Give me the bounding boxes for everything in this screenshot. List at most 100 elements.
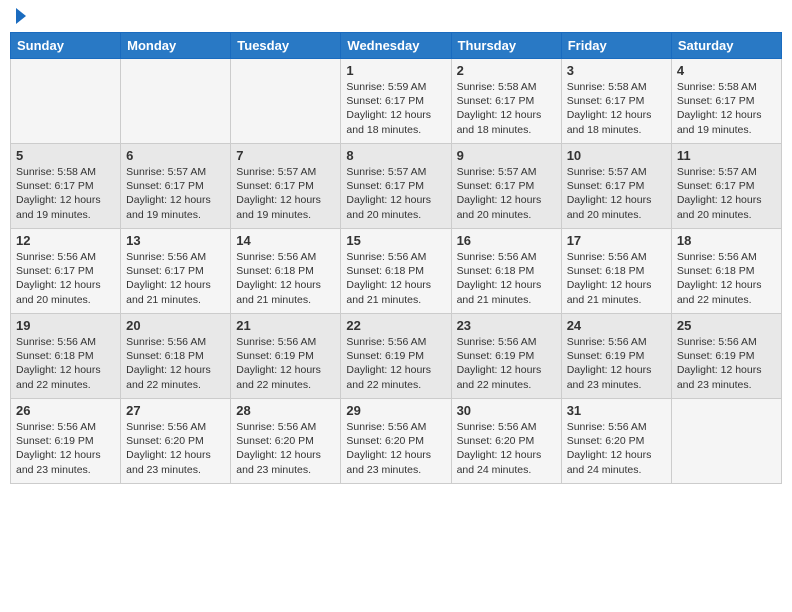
- cell-info: Sunrise: 5:56 AMSunset: 6:19 PMDaylight:…: [346, 335, 445, 392]
- cell-info: Sunrise: 5:56 AMSunset: 6:18 PMDaylight:…: [677, 250, 776, 307]
- calendar-cell: 15 Sunrise: 5:56 AMSunset: 6:18 PMDayligh…: [341, 229, 451, 314]
- calendar-cell: 8 Sunrise: 5:57 AMSunset: 6:17 PMDaylight…: [341, 144, 451, 229]
- day-number: 15: [346, 233, 445, 248]
- cell-info: Sunrise: 5:56 AMSunset: 6:18 PMDaylight:…: [457, 250, 556, 307]
- calendar-table: SundayMondayTuesdayWednesdayThursdayFrid…: [10, 32, 782, 484]
- calendar-cell: 3Sunrise: 5:58 AMSunset: 6:17 PMDaylight…: [561, 59, 671, 144]
- cell-info: Sunrise: 5:56 AMSunset: 6:17 PMDaylight:…: [126, 250, 225, 307]
- day-header-thursday: Thursday: [451, 33, 561, 59]
- cell-info: Sunrise: 5:56 AMSunset: 6:19 PMDaylight:…: [677, 335, 776, 392]
- cell-info: Sunrise: 5:56 AMSunset: 6:19 PMDaylight:…: [567, 335, 666, 392]
- calendar-cell: 29 Sunrise: 5:56 AMSunset: 6:20 PMDayligh…: [341, 399, 451, 484]
- cell-info: Sunrise: 5:58 AMSunset: 6:17 PMDaylight:…: [16, 165, 115, 222]
- cell-info: Sunrise: 5:57 AMSunset: 6:17 PMDaylight:…: [236, 165, 335, 222]
- calendar-cell: 10 Sunrise: 5:57 AMSunset: 6:17 PMDayligh…: [561, 144, 671, 229]
- calendar-cell: [671, 399, 781, 484]
- cell-info: Sunrise: 5:57 AMSunset: 6:17 PMDaylight:…: [677, 165, 776, 222]
- day-number: 16: [457, 233, 556, 248]
- calendar-cell: 25 Sunrise: 5:56 AMSunset: 6:19 PMDayligh…: [671, 314, 781, 399]
- cell-info: Sunrise: 5:56 AMSunset: 6:20 PMDaylight:…: [457, 420, 556, 477]
- day-number: 5: [16, 148, 115, 163]
- cell-info: Sunrise: 5:56 AMSunset: 6:18 PMDaylight:…: [346, 250, 445, 307]
- calendar-cell: 27 Sunrise: 5:56 AMSunset: 6:20 PMDayligh…: [121, 399, 231, 484]
- cell-info: Sunrise: 5:57 AMSunset: 6:17 PMDaylight:…: [346, 165, 445, 222]
- cell-info: Sunrise: 5:56 AMSunset: 6:20 PMDaylight:…: [126, 420, 225, 477]
- calendar-cell: 30 Sunrise: 5:56 AMSunset: 6:20 PMDayligh…: [451, 399, 561, 484]
- calendar-cell: 13 Sunrise: 5:56 AMSunset: 6:17 PMDayligh…: [121, 229, 231, 314]
- cell-info: Sunrise: 5:56 AMSunset: 6:19 PMDaylight:…: [236, 335, 335, 392]
- day-number: 17: [567, 233, 666, 248]
- day-header-monday: Monday: [121, 33, 231, 59]
- day-number: 2: [457, 63, 556, 78]
- calendar-cell: 26Sunrise: 5:56 AMSunset: 6:19 PMDayligh…: [11, 399, 121, 484]
- cell-info: Sunrise: 5:56 AMSunset: 6:18 PMDaylight:…: [567, 250, 666, 307]
- calendar-cell: 31Sunrise: 5:56 AMSunset: 6:20 PMDayligh…: [561, 399, 671, 484]
- calendar-cell: 1Sunrise: 5:59 AMSunset: 6:17 PMDaylight…: [341, 59, 451, 144]
- calendar-cell: 20Sunrise: 5:56 AMSunset: 6:18 PMDayligh…: [121, 314, 231, 399]
- day-number: 14: [236, 233, 335, 248]
- calendar-cell: 4 Sunrise: 5:58 AMSunset: 6:17 PMDaylight…: [671, 59, 781, 144]
- cell-info: Sunrise: 5:58 AMSunset: 6:17 PMDaylight:…: [457, 80, 556, 137]
- calendar-cell: 21Sunrise: 5:56 AMSunset: 6:19 PMDayligh…: [231, 314, 341, 399]
- day-number: 22: [346, 318, 445, 333]
- logo-arrow-icon: [16, 8, 26, 24]
- day-number: 7: [236, 148, 335, 163]
- calendar-week-row: 26Sunrise: 5:56 AMSunset: 6:19 PMDayligh…: [11, 399, 782, 484]
- day-header-sunday: Sunday: [11, 33, 121, 59]
- calendar-header-row: SundayMondayTuesdayWednesdayThursdayFrid…: [11, 33, 782, 59]
- day-number: 30: [457, 403, 556, 418]
- calendar-cell: 24 Sunrise: 5:56 AMSunset: 6:19 PMDayligh…: [561, 314, 671, 399]
- day-number: 3: [567, 63, 666, 78]
- calendar-week-row: 19Sunrise: 5:56 AMSunset: 6:18 PMDayligh…: [11, 314, 782, 399]
- cell-info: Sunrise: 5:56 AMSunset: 6:18 PMDaylight:…: [236, 250, 335, 307]
- day-number: 9: [457, 148, 556, 163]
- calendar-cell: 17 Sunrise: 5:56 AMSunset: 6:18 PMDayligh…: [561, 229, 671, 314]
- calendar-cell: 23 Sunrise: 5:56 AMSunset: 6:19 PMDayligh…: [451, 314, 561, 399]
- day-number: 12: [16, 233, 115, 248]
- calendar-cell: 9 Sunrise: 5:57 AMSunset: 6:17 PMDaylight…: [451, 144, 561, 229]
- calendar-cell: [231, 59, 341, 144]
- day-number: 24: [567, 318, 666, 333]
- day-header-friday: Friday: [561, 33, 671, 59]
- cell-info: Sunrise: 5:57 AMSunset: 6:17 PMDaylight:…: [457, 165, 556, 222]
- day-number: 28: [236, 403, 335, 418]
- cell-info: Sunrise: 5:56 AMSunset: 6:20 PMDaylight:…: [346, 420, 445, 477]
- cell-info: Sunrise: 5:56 AMSunset: 6:20 PMDaylight:…: [236, 420, 335, 477]
- day-number: 4: [677, 63, 776, 78]
- day-number: 27: [126, 403, 225, 418]
- day-number: 26: [16, 403, 115, 418]
- calendar-cell: 12Sunrise: 5:56 AMSunset: 6:17 PMDayligh…: [11, 229, 121, 314]
- calendar-cell: 16 Sunrise: 5:56 AMSunset: 6:18 PMDayligh…: [451, 229, 561, 314]
- day-number: 6: [126, 148, 225, 163]
- day-number: 8: [346, 148, 445, 163]
- day-number: 25: [677, 318, 776, 333]
- cell-info: Sunrise: 5:57 AMSunset: 6:17 PMDaylight:…: [126, 165, 225, 222]
- page-header: [10, 10, 782, 24]
- calendar-week-row: 12 Sunrise: 5:56 AMSunset: 6:17 PMDayligh…: [11, 229, 782, 314]
- day-number: 31: [567, 403, 666, 418]
- day-header-tuesday: Tuesday: [231, 33, 341, 59]
- cell-info: Sunrise: 5:56 AMSunset: 6:19 PMDaylight:…: [457, 335, 556, 392]
- day-number: 10: [567, 148, 666, 163]
- cell-info: Sunrise: 5:56 AMSunset: 6:18 PMDaylight:…: [126, 335, 225, 392]
- day-number: 23: [457, 318, 556, 333]
- logo: [14, 10, 26, 24]
- day-number: 18: [677, 233, 776, 248]
- calendar-week-row: 5 Sunrise: 5:58 AMSunset: 6:17 PMDaylight…: [11, 144, 782, 229]
- day-header-wednesday: Wednesday: [341, 33, 451, 59]
- calendar-cell: 22 Sunrise: 5:56 AMSunset: 6:19 PMDayligh…: [341, 314, 451, 399]
- calendar-cell: 5 Sunrise: 5:58 AMSunset: 6:17 PMDaylight…: [11, 144, 121, 229]
- calendar-cell: 7 Sunrise: 5:57 AMSunset: 6:17 PMDaylight…: [231, 144, 341, 229]
- cell-info: Sunrise: 5:57 AMSunset: 6:17 PMDaylight:…: [567, 165, 666, 222]
- calendar-cell: 19Sunrise: 5:56 AMSunset: 6:18 PMDayligh…: [11, 314, 121, 399]
- day-number: 11: [677, 148, 776, 163]
- calendar-cell: 18 Sunrise: 5:56 AMSunset: 6:18 PMDayligh…: [671, 229, 781, 314]
- cell-info: Sunrise: 5:59 AMSunset: 6:17 PMDaylight:…: [346, 80, 445, 137]
- day-number: 29: [346, 403, 445, 418]
- day-header-saturday: Saturday: [671, 33, 781, 59]
- day-number: 13: [126, 233, 225, 248]
- cell-info: Sunrise: 5:56 AMSunset: 6:18 PMDaylight:…: [16, 335, 115, 392]
- cell-info: Sunrise: 5:58 AMSunset: 6:17 PMDaylight:…: [677, 80, 776, 137]
- calendar-cell: 2 Sunrise: 5:58 AMSunset: 6:17 PMDaylight…: [451, 59, 561, 144]
- calendar-cell: 11 Sunrise: 5:57 AMSunset: 6:17 PMDayligh…: [671, 144, 781, 229]
